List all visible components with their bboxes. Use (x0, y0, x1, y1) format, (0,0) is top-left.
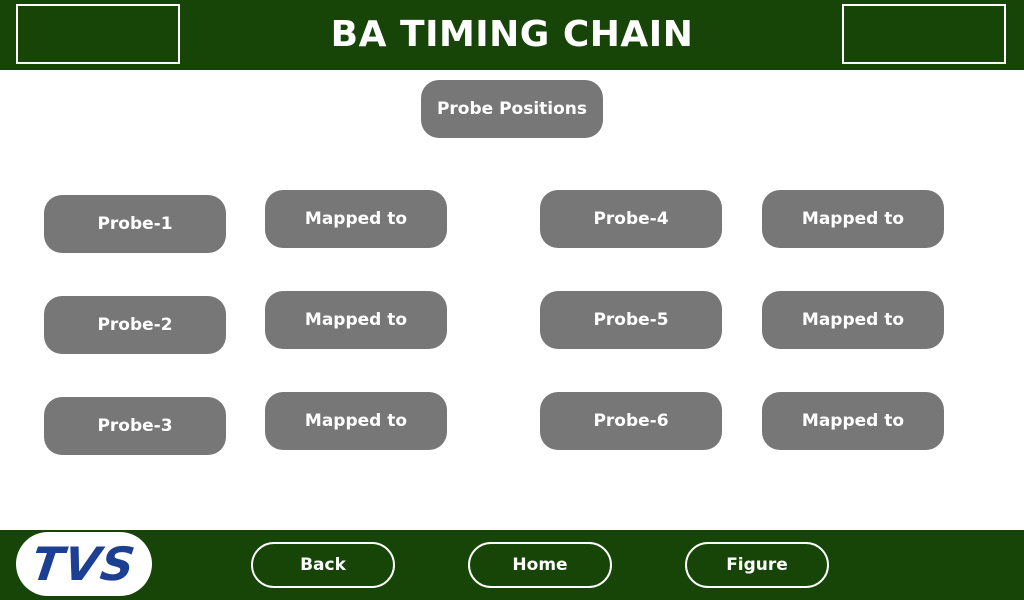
probe-5-button[interactable]: Probe-5 (540, 291, 722, 349)
probe-4-button[interactable]: Probe-4 (540, 190, 722, 248)
probe-4-mapped-button[interactable]: Mapped to (762, 190, 944, 248)
header-bar: BA TIMING CHAIN (0, 0, 1024, 70)
logo-text: TVS (28, 537, 140, 591)
probe-1-button[interactable]: Probe-1 (44, 195, 226, 253)
header-right-box (842, 4, 1006, 64)
probe-2-button[interactable]: Probe-2 (44, 296, 226, 354)
tvs-logo: TVS (16, 532, 152, 596)
figure-button[interactable]: Figure (685, 542, 829, 588)
probe-3-button[interactable]: Probe-3 (44, 397, 226, 455)
home-button[interactable]: Home (468, 542, 612, 588)
probe-5-mapped-button[interactable]: Mapped to (762, 291, 944, 349)
probe-6-mapped-button[interactable]: Mapped to (762, 392, 944, 450)
footer-bar: TVS Back Home Figure (0, 530, 1024, 600)
probe-2-mapped-button[interactable]: Mapped to (265, 291, 447, 349)
back-button[interactable]: Back (251, 542, 395, 588)
probe-1-mapped-button[interactable]: Mapped to (265, 190, 447, 248)
probe-positions-button[interactable]: Probe Positions (421, 80, 603, 138)
probe-3-mapped-button[interactable]: Mapped to (265, 392, 447, 450)
probe-6-button[interactable]: Probe-6 (540, 392, 722, 450)
